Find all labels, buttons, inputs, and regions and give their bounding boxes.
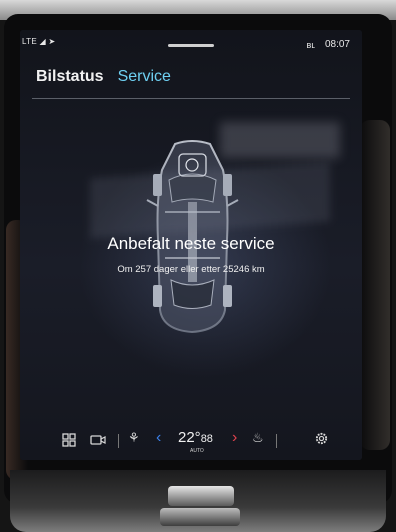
right-glare [360, 120, 390, 450]
temp-down-chevron-icon[interactable]: ‹ [156, 429, 161, 447]
tab-service[interactable]: Service [118, 68, 171, 86]
clock: 08:07 [324, 39, 350, 50]
console-button [168, 486, 234, 506]
seat-heat-icon[interactable]: ♨ [252, 430, 264, 446]
status-bar: LTE ◢ ➤ ʙʟ 08:07 [20, 30, 362, 56]
app-grid-icon[interactable] [62, 433, 76, 447]
location-icon: ➤ [48, 37, 56, 46]
climate-fan-icon[interactable]: ⚘ [128, 430, 140, 446]
pull-down-handle[interactable] [168, 44, 214, 47]
network-status: LTE ◢ ➤ [22, 37, 56, 46]
temp-mode-label: AUTO [190, 448, 204, 454]
bluetooth-icon: ʙʟ [306, 39, 315, 50]
infotainment-screen: LTE ◢ ➤ ʙʟ 08:07 Bilstatus Service Anbef… [20, 30, 362, 460]
climate-bar: ⚘ ‹ 22°88 AUTO › ♨ [20, 420, 362, 460]
tab-bilstatus[interactable]: Bilstatus [36, 68, 104, 86]
temperature-display[interactable]: 22°88 [178, 429, 213, 446]
fan-level-icon: 88 [200, 433, 213, 445]
signal-icon: ◢ [39, 37, 46, 46]
service-detail: Om 257 dager eller etter 25246 km [117, 264, 265, 275]
temp-up-chevron-icon[interactable]: › [232, 429, 237, 447]
camera-icon[interactable] [90, 434, 106, 446]
settings-gear-icon[interactable] [314, 431, 329, 446]
divider [32, 98, 350, 99]
service-title: Anbefalt neste service [107, 234, 275, 253]
console-button-lower [160, 508, 240, 526]
tab-bar: Bilstatus Service [36, 68, 171, 86]
